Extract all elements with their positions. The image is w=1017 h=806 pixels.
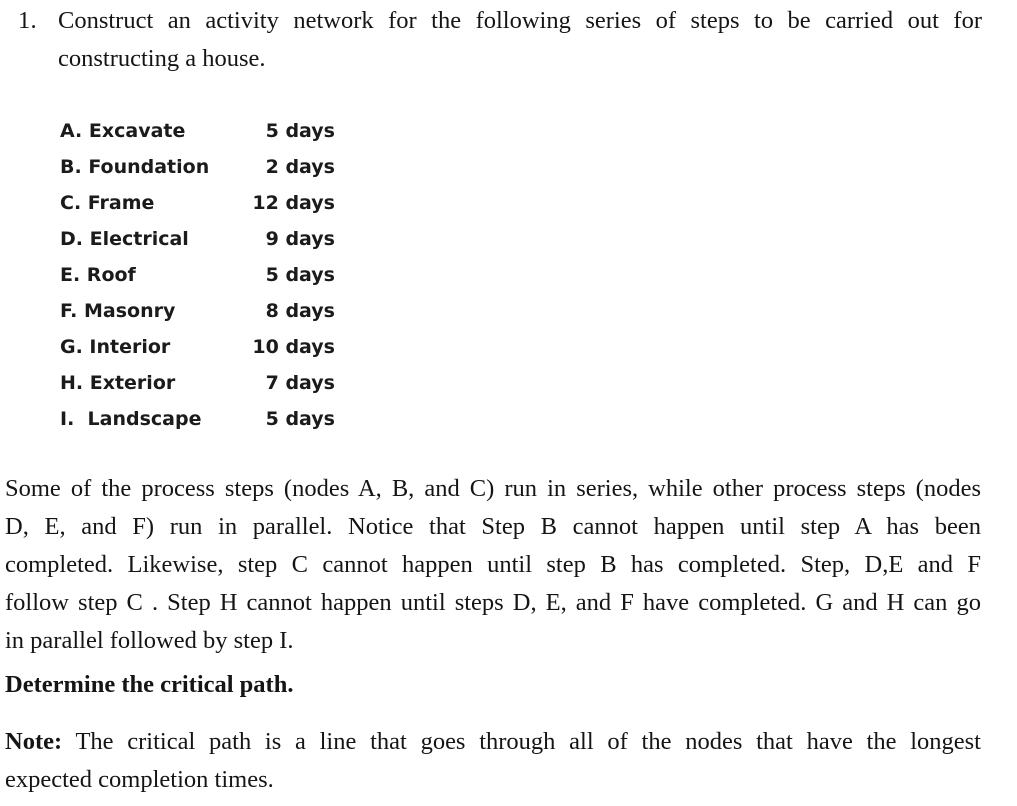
question-text-line-1: Construct an activity network for the fo…	[58, 7, 982, 34]
activity-label: E. Roof	[60, 264, 136, 286]
note-paragraph: Note: The critical path is a line that g…	[5, 723, 981, 799]
table-row: G. Interior 10 days	[60, 329, 335, 365]
table-row: C. Frame 12 days	[60, 185, 335, 221]
question-text-line-2: constructing a house.	[58, 45, 266, 72]
table-row: F. Masonry 8 days	[60, 293, 335, 329]
description-line-2: D, E, and F) run in parallel. Notice tha…	[5, 513, 981, 540]
activity-table-body: A. Excavate 5 days B. Foundation 2 days …	[60, 113, 335, 437]
activity-duration: 5 days	[265, 408, 335, 430]
note-line-1: Note: The critical path is a line that g…	[5, 723, 981, 761]
activity-duration-table: A. Excavate 5 days B. Foundation 2 days …	[60, 113, 335, 437]
table-row: E. Roof 5 days	[60, 257, 335, 293]
activity-label: G. Interior	[60, 336, 171, 358]
document-page: 1. Construct an activity network for the…	[0, 0, 1017, 806]
activity-duration: 2 days	[265, 156, 335, 178]
activity-label: I. Landscape	[60, 408, 202, 430]
activity-label: F. Masonry	[60, 300, 176, 322]
activity-duration: 9 days	[265, 228, 335, 250]
activity-label: D. Electrical	[60, 228, 189, 250]
question-text: Construct an activity network for the fo…	[58, 2, 982, 78]
activity-label: C. Frame	[60, 192, 155, 214]
activity-duration: 5 days	[265, 120, 335, 142]
table-row: H. Exterior 7 days	[60, 365, 335, 401]
description-line-4: follow step C . Step H cannot happen unt…	[5, 589, 981, 616]
note-label: Note:	[5, 728, 63, 755]
activity-duration: 10 days	[252, 336, 335, 358]
note-line-2: expected completion times.	[5, 766, 274, 793]
activity-duration: 8 days	[265, 300, 335, 322]
table-row: I. Landscape 5 days	[60, 401, 335, 437]
description-line-3: completed. Likewise, step C cannot happe…	[5, 551, 981, 578]
table-row: B. Foundation 2 days	[60, 149, 335, 185]
activity-label: B. Foundation	[60, 156, 210, 178]
description-line-5: in parallel followed by step I.	[5, 627, 294, 654]
table-row: D. Electrical 9 days	[60, 221, 335, 257]
activity-label: A. Excavate	[60, 120, 186, 142]
question-item: 1. Construct an activity network for the…	[18, 2, 982, 78]
activity-duration: 5 days	[265, 264, 335, 286]
activity-duration: 7 days	[265, 372, 335, 394]
question-number: 1.	[18, 7, 37, 34]
note-line-1-text: The critical path is a line that goes th…	[75, 728, 981, 755]
activity-label: H. Exterior	[60, 372, 176, 394]
description-paragraph: Some of the process steps (nodes A, B, a…	[5, 470, 981, 660]
table-row: A. Excavate 5 days	[60, 113, 335, 149]
determine-critical-path-heading: Determine the critical path.	[5, 671, 294, 698]
activity-duration: 12 days	[252, 192, 335, 214]
description-line-1: Some of the process steps (nodes A, B, a…	[5, 475, 981, 502]
